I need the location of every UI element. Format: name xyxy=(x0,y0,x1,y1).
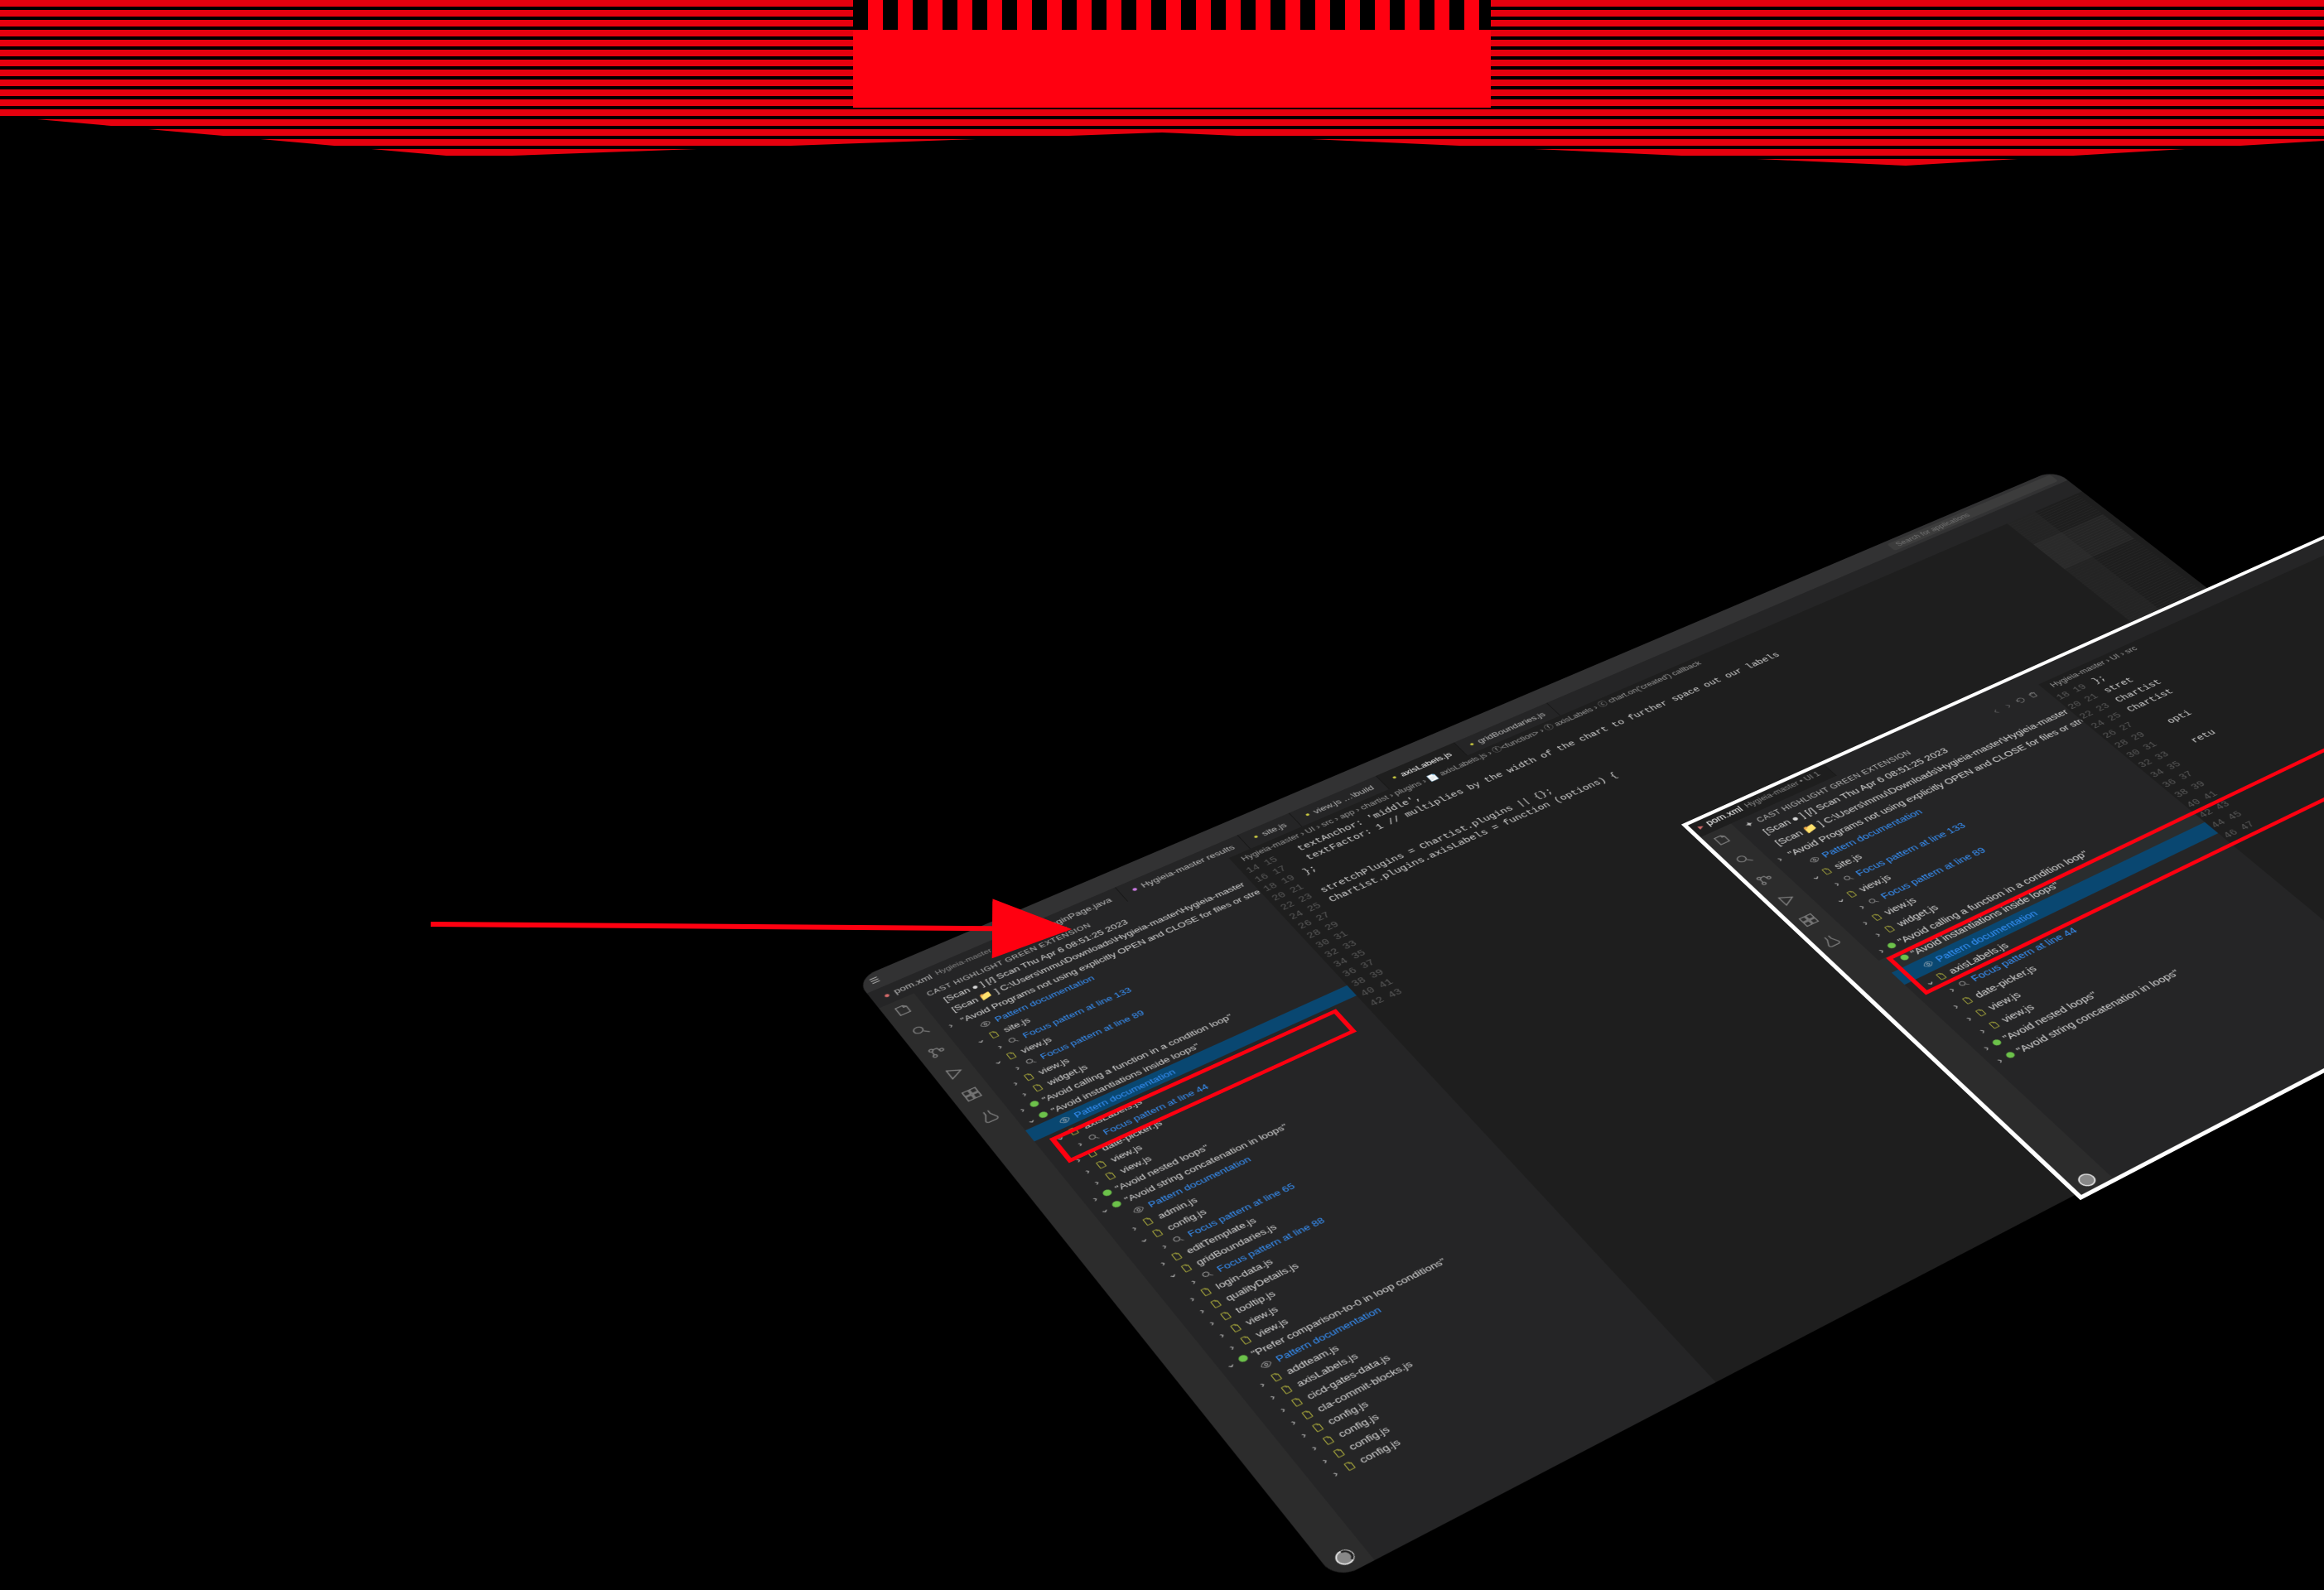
chevron-right-icon: › xyxy=(1328,1467,1343,1480)
chevron-down-icon: ⌄ xyxy=(1053,1132,1067,1144)
chevron-right-icon: › xyxy=(1224,1341,1239,1353)
chevron-right-icon: › xyxy=(1017,1088,1031,1099)
search-icon[interactable] xyxy=(908,1022,933,1039)
chevron-down-icon: ⌄ xyxy=(1222,1358,1238,1371)
chevron-right-icon: › xyxy=(1317,1454,1333,1467)
test-icon[interactable] xyxy=(976,1106,1002,1125)
chevron-right-icon: › xyxy=(1073,1138,1087,1149)
chevron-right-icon: › xyxy=(1087,1192,1102,1204)
chevron-right-icon: › xyxy=(1010,1062,1024,1073)
chevron-down-icon: ⌄ xyxy=(1164,1269,1179,1281)
git-icon[interactable] xyxy=(924,1043,950,1061)
chevron-right-icon: › xyxy=(1157,1241,1171,1252)
chevron-down-icon: ⌄ xyxy=(1136,1233,1151,1246)
decorative-red-block xyxy=(853,0,1491,108)
vscode-window: ☰ ●pom.xmlHygieia-master • UI 1●LoginPag… xyxy=(856,470,2324,1580)
chevron-right-icon: › xyxy=(1265,1390,1280,1403)
green-dot-icon xyxy=(1102,1188,1114,1197)
chevron-right-icon: › xyxy=(1285,1415,1300,1428)
cast-extension-icon[interactable] xyxy=(1330,1546,1359,1569)
green-dot-icon xyxy=(955,1020,959,1025)
chevron-right-icon: › xyxy=(1275,1403,1290,1415)
chevron-right-icon: › xyxy=(1255,1378,1270,1390)
chevron-right-icon: › xyxy=(1089,1177,1103,1188)
chevron-right-icon: › xyxy=(1204,1317,1219,1329)
chevron-right-icon: › xyxy=(1306,1441,1321,1454)
chevron-right-icon: › xyxy=(946,1021,955,1029)
file-icon xyxy=(1341,1459,1359,1473)
chevron-right-icon: › xyxy=(1155,1257,1169,1269)
chevron-down-icon: ⌄ xyxy=(1097,1204,1111,1216)
files-icon[interactable] xyxy=(891,1001,916,1019)
chevron-right-icon: › xyxy=(1008,1077,1022,1088)
chevron-down-icon: ⌄ xyxy=(1024,1115,1038,1126)
chevron-right-icon: › xyxy=(993,1041,1006,1052)
chevron-right-icon: › xyxy=(1194,1304,1209,1317)
chevron-right-icon: › xyxy=(1186,1275,1201,1287)
green-dot-icon xyxy=(1111,1200,1123,1209)
chevron-right-icon: › xyxy=(1184,1293,1199,1304)
chevron-right-icon: › xyxy=(1126,1222,1140,1234)
chevron-right-icon: › xyxy=(1214,1328,1229,1341)
hamburger-icon[interactable]: ☰ xyxy=(867,975,882,986)
green-dot-icon xyxy=(1029,1100,1040,1108)
chevron-right-icon: › xyxy=(1015,1104,1029,1115)
chevron-right-icon: › xyxy=(1071,1154,1085,1165)
green-dot-icon xyxy=(1237,1354,1249,1364)
extensions-icon[interactable] xyxy=(959,1085,985,1103)
decorative-red-stripes xyxy=(0,0,2324,166)
debug-icon[interactable] xyxy=(942,1063,967,1082)
chevron-right-icon: › xyxy=(1295,1429,1310,1441)
green-dot-icon xyxy=(1038,1111,1049,1119)
chevron-right-icon: › xyxy=(1080,1165,1094,1177)
